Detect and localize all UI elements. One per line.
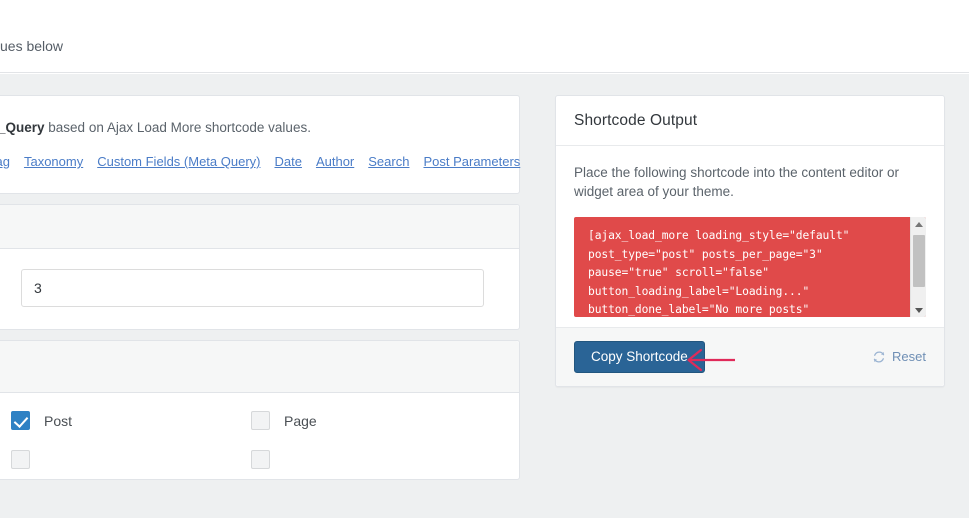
post-types-body: Post Page [0,393,519,479]
shortcode-output-card: Shortcode Output Place the following sho… [555,95,945,387]
query-links-row: Tag Taxonomy Custom Fields (Meta Query) … [0,154,520,169]
shortcode-output-header: Shortcode Output [556,96,944,146]
shortcode-output-footer: Copy Shortcode Reset [556,327,944,386]
checkmark-icon[interactable] [11,411,30,430]
shortcode-code-box[interactable]: [ajax_load_more loading_style="default" … [574,217,926,317]
page-header-strip: ues below [0,0,969,73]
link-taxonomy[interactable]: Taxonomy [24,154,83,169]
shortcode-output-title: Shortcode Output [574,112,698,129]
checkbox-item-row2-left[interactable] [11,450,251,469]
posts-per-page-panel [0,204,520,330]
link-tag[interactable]: Tag [0,154,10,169]
post-types-grid: Post Page [11,411,491,469]
left-column: P_Query based on Ajax Load More shortcod… [0,95,520,490]
post-types-header [0,341,519,393]
copy-shortcode-button[interactable]: Copy Shortcode [574,341,705,373]
page-root: ues below P_Query based on Ajax Load Mor… [0,0,969,518]
query-description-body: P_Query based on Ajax Load More shortcod… [0,96,520,193]
query-description-text: P_Query based on Ajax Load More shortcod… [0,118,491,138]
empty-checkbox-icon[interactable] [11,450,30,469]
link-custom-fields[interactable]: Custom Fields (Meta Query) [97,154,260,169]
posts-per-page-body [0,249,519,329]
shortcode-code-text[interactable]: [ajax_load_more loading_style="default" … [574,217,910,317]
checkbox-item-row2-right[interactable] [251,450,491,469]
refresh-icon [872,350,886,364]
caret-down-icon[interactable] [911,303,926,317]
query-description-panel: P_Query based on Ajax Load More shortcod… [0,95,520,194]
reset-label: Reset [892,349,926,365]
code-scrollbar[interactable] [910,217,926,317]
checkbox-label-post: Post [44,412,73,429]
link-post-parameters[interactable]: Post Parameters [423,154,520,169]
wp-query-bold: P_Query [0,120,45,135]
link-search[interactable]: Search [368,154,409,169]
link-author[interactable]: Author [316,154,354,169]
shortcode-output-description: Place the following shortcode into the c… [574,165,899,199]
empty-checkbox-icon[interactable] [251,411,270,430]
link-date[interactable]: Date [274,154,301,169]
scrollbar-thumb[interactable] [913,235,925,287]
reset-button[interactable]: Reset [872,349,926,364]
posts-per-page-header [0,205,519,249]
checkbox-item-page[interactable]: Page [251,411,491,430]
empty-checkbox-icon[interactable] [251,450,270,469]
checkbox-label-page: Page [284,412,317,429]
posts-per-page-input[interactable] [21,269,484,307]
checkbox-item-post[interactable]: Post [11,411,251,430]
header-truncated-text: ues below [0,38,64,54]
wp-query-rest: based on Ajax Load More shortcode values… [44,120,311,135]
post-types-panel: Post Page [0,340,520,480]
shortcode-output-body: Place the following shortcode into the c… [556,146,944,327]
caret-up-icon[interactable] [911,217,926,231]
